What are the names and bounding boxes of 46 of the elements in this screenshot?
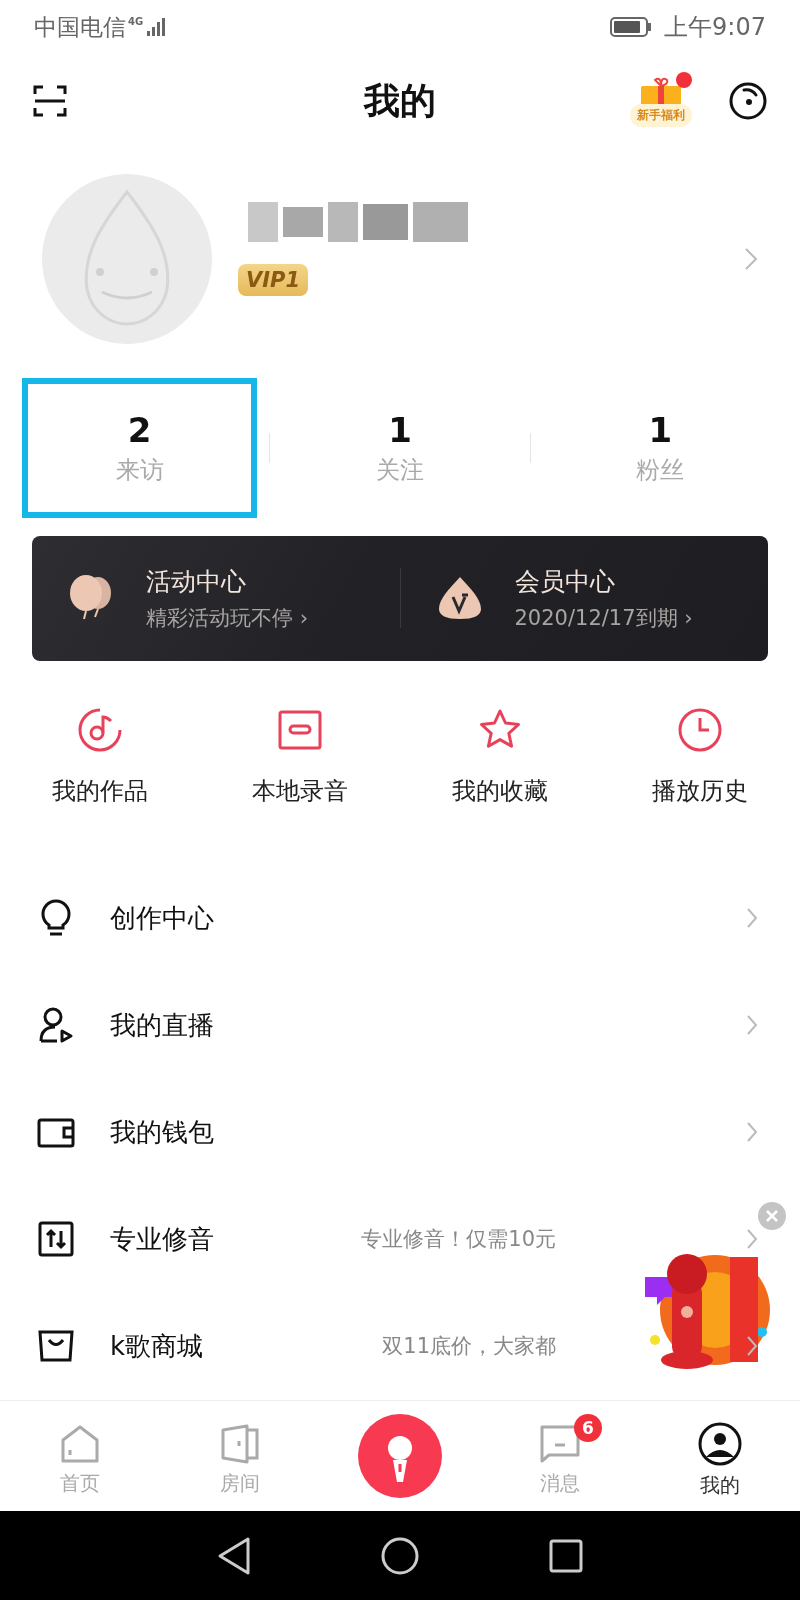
shortcut-item[interactable]: 本地录音	[200, 706, 400, 855]
tab-item[interactable]: 我的	[640, 1412, 800, 1500]
stat-value: 1	[648, 410, 673, 451]
tab-label: 房间	[220, 1470, 260, 1498]
tab-label: 消息	[540, 1470, 580, 1498]
shortcut-item[interactable]: 我的作品	[0, 706, 200, 855]
shortcut-label: 本地录音	[252, 775, 348, 807]
tab-label: 首页	[60, 1470, 100, 1498]
menu-label: 专业修音	[110, 1222, 214, 1256]
page-title: 我的	[364, 78, 436, 123]
stat-item[interactable]: 2 来访	[22, 378, 258, 519]
stat-value: 1	[388, 410, 412, 451]
network-type: 4G	[128, 15, 144, 27]
tab-label: 我的	[700, 1472, 740, 1500]
card-title[interactable]: 活动中心	[146, 564, 309, 598]
menu-item[interactable]: 专业修音 专业修音！仅需10元	[0, 1185, 800, 1293]
card-title[interactable]: 会员中心	[514, 564, 693, 598]
stat-item[interactable]: 1 关注	[282, 378, 518, 519]
menu-hint: 专业修音！仅需10元	[361, 1226, 556, 1254]
menu-item[interactable]: 我的钱包	[0, 1078, 800, 1186]
menu-label: k歌商城	[110, 1329, 204, 1363]
stat-label: 来访	[115, 455, 164, 487]
menu-label: 我的直播	[110, 1008, 214, 1042]
menu-label: 我的钱包	[110, 1115, 214, 1149]
unread-badge: 6	[574, 1414, 602, 1443]
card-subtitle[interactable]: 2020/12/17到期 ›	[514, 603, 693, 632]
tab-item[interactable]: 消息 6	[480, 1414, 640, 1498]
stat-value: 2	[127, 410, 152, 451]
menu-item[interactable]: k歌商城 双11底价，大家都	[0, 1292, 800, 1400]
shortcut-item[interactable]: 我的收藏	[400, 706, 600, 855]
menu-item[interactable]: 我的直播	[0, 971, 800, 1079]
menu-label: 创作中心	[110, 901, 214, 935]
card-subtitle[interactable]: 精彩活动玩不停 ›	[146, 603, 309, 632]
carrier-name: 中国电信	[34, 12, 126, 42]
shortcut-label: 我的收藏	[452, 775, 548, 807]
stat-item[interactable]: 1 粉丝	[542, 378, 778, 519]
vip-badge[interactable]: VIP1	[238, 264, 309, 297]
menu-hint: 双11底价，大家都	[382, 1333, 556, 1361]
stat-label: 粉丝	[636, 455, 685, 487]
shortcut-label: 播放历史	[652, 775, 748, 807]
clock-time: 上午9:07	[664, 12, 766, 44]
shortcut-label: 我的作品	[52, 775, 148, 807]
stat-label: 关注	[376, 455, 424, 487]
menu-item[interactable]: 创作中心	[0, 864, 800, 972]
gift-label: 新手福利	[630, 103, 692, 127]
shortcut-item[interactable]: 播放历史	[600, 706, 800, 855]
